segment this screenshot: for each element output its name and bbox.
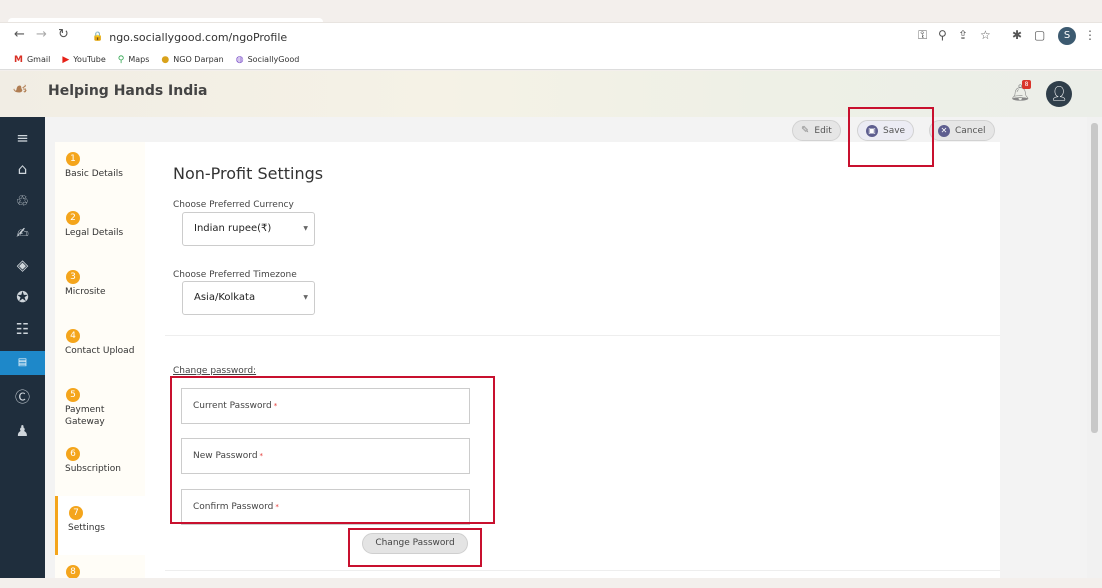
address-bar[interactable]: 🔒 ngo.sociallygood.com/ngoProfile xyxy=(92,26,892,48)
icon-sidebar: ≡ ⌂ ♲ ✍ ◈ ✪ ☷ ▤ Ⓒ ♟ xyxy=(0,117,45,578)
bookmarks-bar: M Gmail ▶ YouTube ⚲ Maps ● NGO Darpan ◍ SociallyG… xyxy=(0,50,1102,70)
bookmark-maps[interactable]: ⚲ Maps xyxy=(118,55,150,65)
extensions-icon[interactable]: ✱ xyxy=(1012,28,1022,42)
zoom-icon[interactable]: ⚲ xyxy=(938,28,947,42)
ngo-darpan-icon: ● xyxy=(161,54,170,65)
step-label: Microsite xyxy=(65,287,106,297)
contacts-icon[interactable]: ☷ xyxy=(0,317,45,341)
chevron-down-icon: ▼ xyxy=(303,294,308,301)
reload-icon[interactable]: ↻ xyxy=(58,27,69,42)
ngo-profile-icon[interactable]: ▤ xyxy=(0,351,45,375)
step-number: 6 xyxy=(66,447,80,461)
step-subscription[interactable]: 6 Subscription xyxy=(55,437,145,497)
step-number: 8 xyxy=(66,565,80,579)
step-settings[interactable]: 7 Settings xyxy=(55,496,145,556)
user-avatar-icon[interactable]: 👤︎ xyxy=(1046,81,1072,107)
bookmark-label: NGO Darpan xyxy=(173,55,224,64)
bookmark-youtube[interactable]: ▶ YouTube xyxy=(62,55,105,65)
step-number: 3 xyxy=(66,270,80,284)
maps-icon: ⚲ xyxy=(117,54,125,65)
step-label: Basic Details xyxy=(65,169,123,179)
step-number: 4 xyxy=(66,329,80,343)
step-label: Contact Upload xyxy=(65,346,135,356)
bookmark-label: YouTube xyxy=(73,55,106,64)
currency-select[interactable]: Indian rupee(₹) ▼ xyxy=(182,212,315,246)
profile-steps-nav: 1 Basic Details 2 Legal Details 3 Microsite 4 C… xyxy=(55,142,145,588)
back-arrow-icon[interactable]: ← xyxy=(14,27,25,42)
bookmark-sociallygood[interactable]: ◍ SociallyGood xyxy=(236,55,300,65)
youtube-icon: ▶ xyxy=(62,54,70,65)
bookmark-ngo-darpan[interactable]: ● NGO Darpan xyxy=(161,55,223,65)
currency-label: Choose Preferred Currency xyxy=(173,200,294,210)
browser-profile-avatar[interactable]: S xyxy=(1058,27,1076,45)
step-legal-details[interactable]: 2 Legal Details xyxy=(55,201,145,261)
step-microsite[interactable]: 3 Microsite xyxy=(55,260,145,320)
award-icon[interactable]: ✪ xyxy=(0,285,45,309)
edit-button[interactable]: ✎ Edit xyxy=(792,120,841,141)
sidepanel-icon[interactable]: ▢ xyxy=(1034,28,1045,42)
sociallygood-icon: ◍ xyxy=(235,54,244,65)
highlight-box-save xyxy=(848,107,934,167)
bookmark-gmail[interactable]: M Gmail xyxy=(14,55,50,65)
campaign-icon[interactable]: ◈ xyxy=(0,253,45,277)
change-password-label: Change password: xyxy=(173,366,257,376)
notification-badge: 8 xyxy=(1022,80,1031,89)
section-divider xyxy=(165,335,1000,336)
scrollbar-thumb[interactable] xyxy=(1091,123,1098,433)
step-number: 2 xyxy=(66,211,80,225)
key-icon[interactable]: ⚿ xyxy=(918,28,927,43)
edit-button-label: Edit xyxy=(814,125,832,136)
window-bottom-edge xyxy=(0,578,1102,588)
volunteers-icon[interactable]: ♟ xyxy=(0,419,45,443)
cancel-button[interactable]: ✕ Cancel xyxy=(929,120,995,141)
forward-arrow-icon[interactable]: → xyxy=(36,27,47,42)
cancel-icon: ✕ xyxy=(938,124,950,137)
step-label: Payment Gateway xyxy=(65,405,105,427)
currency-value: Indian rupee(₹) xyxy=(194,223,272,234)
bookmark-label: SociallyGood xyxy=(247,55,300,64)
organization-logo-icon: ☙ xyxy=(12,79,29,100)
page-title: Non-Profit Settings xyxy=(173,164,324,183)
browser-tab-strip xyxy=(0,0,1102,22)
step-label: Subscription xyxy=(65,464,121,474)
highlight-box-password-fields xyxy=(170,376,495,524)
step-label: Settings xyxy=(68,523,105,533)
share-icon[interactable]: ⇪ xyxy=(958,28,968,42)
step-payment-gateway[interactable]: 5 Payment Gateway xyxy=(55,378,145,438)
bookmark-label: Maps xyxy=(128,55,150,64)
step-label: Legal Details xyxy=(65,228,124,238)
kebab-menu-icon[interactable]: ⋮ xyxy=(1084,28,1096,42)
step-number: 1 xyxy=(66,152,80,166)
step-basic-details[interactable]: 1 Basic Details xyxy=(55,142,145,202)
fundraise-icon[interactable]: ✍ xyxy=(0,221,45,245)
cancel-button-label: Cancel xyxy=(955,125,986,136)
highlight-box-change-password xyxy=(348,528,482,567)
home-icon[interactable]: ⌂ xyxy=(0,157,45,181)
organization-name: Helping Hands India xyxy=(48,83,208,99)
lock-icon: 🔒 xyxy=(92,32,104,42)
edit-icon: ✎ xyxy=(801,125,810,136)
app-header: ☙ Helping Hands India 🔔︎ 8 👤︎ xyxy=(0,71,1102,117)
timezone-select[interactable]: Asia/Kolkata ▼ xyxy=(182,281,315,315)
step-number: 5 xyxy=(66,388,80,402)
step-contact-upload[interactable]: 4 Contact Upload xyxy=(55,319,145,379)
timezone-label: Choose Preferred Timezone xyxy=(173,270,297,280)
page: ← → ↻ 🔒 ngo.sociallygood.com/ngoProfile … xyxy=(0,0,1102,588)
step-number: 7 xyxy=(69,506,83,520)
chevron-down-icon: ▼ xyxy=(303,225,308,232)
gmail-icon: M xyxy=(14,54,23,65)
address-url: ngo.sociallygood.com/ngoProfile xyxy=(109,30,288,44)
section-divider-bottom xyxy=(165,570,1000,571)
star-icon[interactable]: ☆ xyxy=(980,28,991,42)
csr-icon[interactable]: Ⓒ xyxy=(0,385,45,409)
timezone-value: Asia/Kolkata xyxy=(194,292,256,303)
browser-toolbar: ← → ↻ 🔒 ngo.sociallygood.com/ngoProfile … xyxy=(0,22,1102,50)
page-scrollbar[interactable] xyxy=(1087,117,1102,578)
donation-icon[interactable]: ♲ xyxy=(0,189,45,213)
bookmark-label: Gmail xyxy=(26,55,51,64)
hamburger-menu-icon[interactable]: ≡ xyxy=(0,126,45,150)
